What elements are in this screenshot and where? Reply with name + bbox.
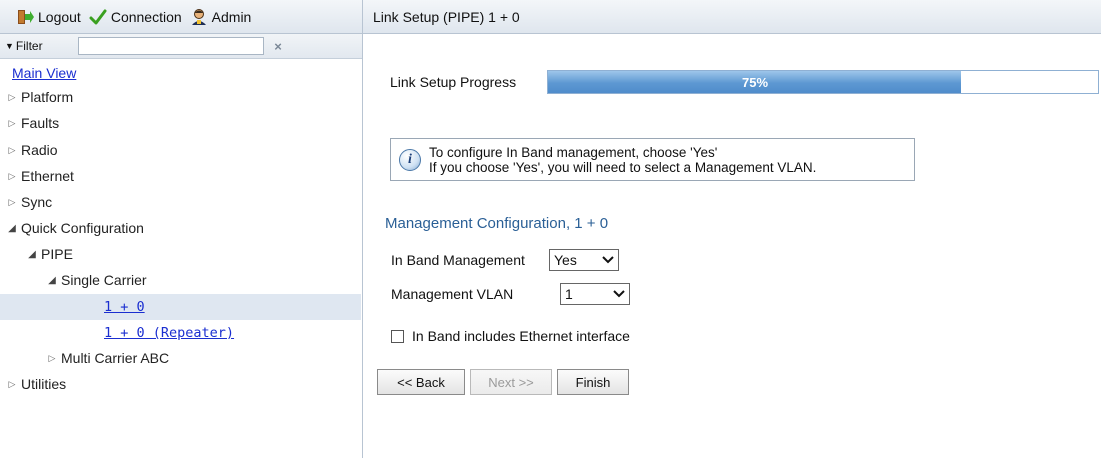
expand-arrow-icon[interactable]: ▷	[46, 353, 58, 364]
tree-item-quick-configuration[interactable]: ◢ Quick Configuration	[0, 215, 361, 241]
tree-item-1-plus-0[interactable]: 1 + 0	[0, 294, 361, 320]
tree-item-utilities[interactable]: ▷ Utilities	[0, 371, 361, 397]
management-vlan-row: Management VLAN 1	[391, 283, 630, 305]
in-band-ethernet-row: In Band includes Ethernet interface	[391, 328, 630, 344]
top-toolbar: Logout Connection Admin	[0, 0, 362, 34]
page-title: Link Setup (PIPE) 1 + 0	[373, 8, 520, 25]
tree-item-label: Utilities	[21, 376, 67, 392]
connection-button[interactable]: Connection	[89, 8, 182, 26]
chevron-down-icon	[601, 255, 615, 265]
tree-item-label: Radio	[21, 142, 58, 158]
info-line-1: To configure In Band management, choose …	[429, 144, 718, 160]
tree-item-single-carrier[interactable]: ◢ Single Carrier	[0, 267, 361, 293]
info-line-2: If you choose 'Yes', you will need to se…	[429, 159, 817, 175]
expand-arrow-icon[interactable]: ▷	[6, 197, 18, 208]
page-header: Link Setup (PIPE) 1 + 0	[363, 0, 1101, 34]
navigation-panel: Logout Connection Admin ▼ Filter × Main …	[0, 0, 363, 458]
expand-arrow-icon[interactable]: ▷	[6, 379, 18, 390]
chevron-down-icon	[612, 289, 626, 299]
tree-item-label: 1 + 0 (Repeater)	[104, 325, 235, 341]
checkmark-icon	[89, 8, 107, 26]
logout-icon	[16, 8, 34, 26]
in-band-management-label: In Band Management	[391, 252, 525, 268]
tree-item-radio[interactable]: ▷ Radio	[0, 137, 361, 163]
connection-label: Connection	[110, 8, 182, 25]
tree-item-label: 1 + 0	[104, 299, 145, 315]
tree-item-sync[interactable]: ▷ Sync	[0, 189, 361, 215]
tree-item-pipe[interactable]: ◢ PIPE	[0, 241, 361, 267]
filter-toggle[interactable]: ▼ Filter	[5, 39, 78, 53]
progress-label: Link Setup Progress	[390, 74, 517, 90]
admin-user-icon	[190, 8, 208, 26]
tree-item-label: Multi Carrier ABC	[61, 350, 170, 366]
tree-item-platform[interactable]: ▷ Platform	[0, 84, 361, 110]
triangle-down-icon: ▼	[5, 41, 14, 51]
expand-arrow-icon[interactable]: ▷	[6, 145, 18, 156]
tree-item-label: Platform	[21, 89, 74, 105]
info-icon: i	[399, 148, 421, 171]
tree-item-multi-carrier-abc[interactable]: ▷ Multi Carrier ABC	[0, 345, 361, 371]
tree-item-label: Main View	[12, 65, 77, 81]
tree-item-label: Sync	[21, 194, 53, 210]
collapse-arrow-icon[interactable]: ◢	[26, 249, 38, 260]
in-band-management-select[interactable]: Yes	[549, 249, 619, 271]
progress-bar: 75%	[547, 70, 1099, 94]
filter-input[interactable]	[78, 37, 264, 55]
clear-icon[interactable]: ×	[268, 37, 288, 55]
filter-label: Filter	[15, 39, 43, 53]
tree-item-label: Single Carrier	[61, 272, 147, 288]
tree-item-label: PIPE	[41, 246, 73, 262]
finish-button[interactable]: Finish	[557, 369, 629, 395]
management-vlan-select[interactable]: 1	[560, 283, 630, 305]
progress-percent: 75%	[741, 74, 769, 90]
tree-item-label: Quick Configuration	[21, 220, 144, 236]
back-button[interactable]: << Back	[377, 369, 465, 395]
tree-item-label: Faults	[21, 115, 60, 131]
wizard-buttons: << Back Next >> Finish	[377, 369, 629, 395]
logout-label: Logout	[38, 8, 81, 25]
tree-item-ethernet[interactable]: ▷ Ethernet	[0, 163, 361, 189]
info-text: To configure In Band management, choose …	[429, 145, 816, 175]
next-button[interactable]: Next >>	[470, 369, 552, 395]
logout-button[interactable]: Logout	[16, 8, 81, 26]
content-panel: Link Setup (PIPE) 1 + 0 Link Setup Progr…	[363, 0, 1101, 458]
tree-item-label: Ethernet	[21, 168, 74, 184]
link-setup-progress: Link Setup Progress 75%	[390, 70, 1099, 94]
select-value: 1	[565, 286, 573, 302]
expand-arrow-icon[interactable]: ▷	[6, 171, 18, 182]
collapse-arrow-icon[interactable]: ◢	[46, 275, 58, 286]
expand-arrow-icon[interactable]: ▷	[6, 118, 18, 129]
admin-button[interactable]: Admin	[190, 8, 252, 26]
in-band-ethernet-checkbox[interactable]	[391, 329, 404, 343]
filter-bar: ▼ Filter ×	[0, 34, 362, 59]
expand-arrow-icon[interactable]: ▷	[6, 92, 18, 103]
management-vlan-label: Management VLAN	[391, 286, 514, 302]
in-band-ethernet-label: In Band includes Ethernet interface	[412, 328, 630, 344]
section-title: Management Configuration, 1 + 0	[385, 215, 609, 232]
collapse-arrow-icon[interactable]: ◢	[6, 223, 18, 234]
tree-item-1-plus-0-repeater[interactable]: 1 + 0 (Repeater)	[0, 320, 361, 346]
tree-item-main-view[interactable]: Main View	[0, 60, 361, 86]
tree-item-faults[interactable]: ▷ Faults	[0, 110, 361, 136]
admin-label: Admin	[211, 8, 252, 25]
in-band-management-row: In Band Management Yes	[391, 249, 619, 271]
select-value: Yes	[554, 252, 577, 268]
info-message: i To configure In Band management, choos…	[390, 138, 915, 181]
